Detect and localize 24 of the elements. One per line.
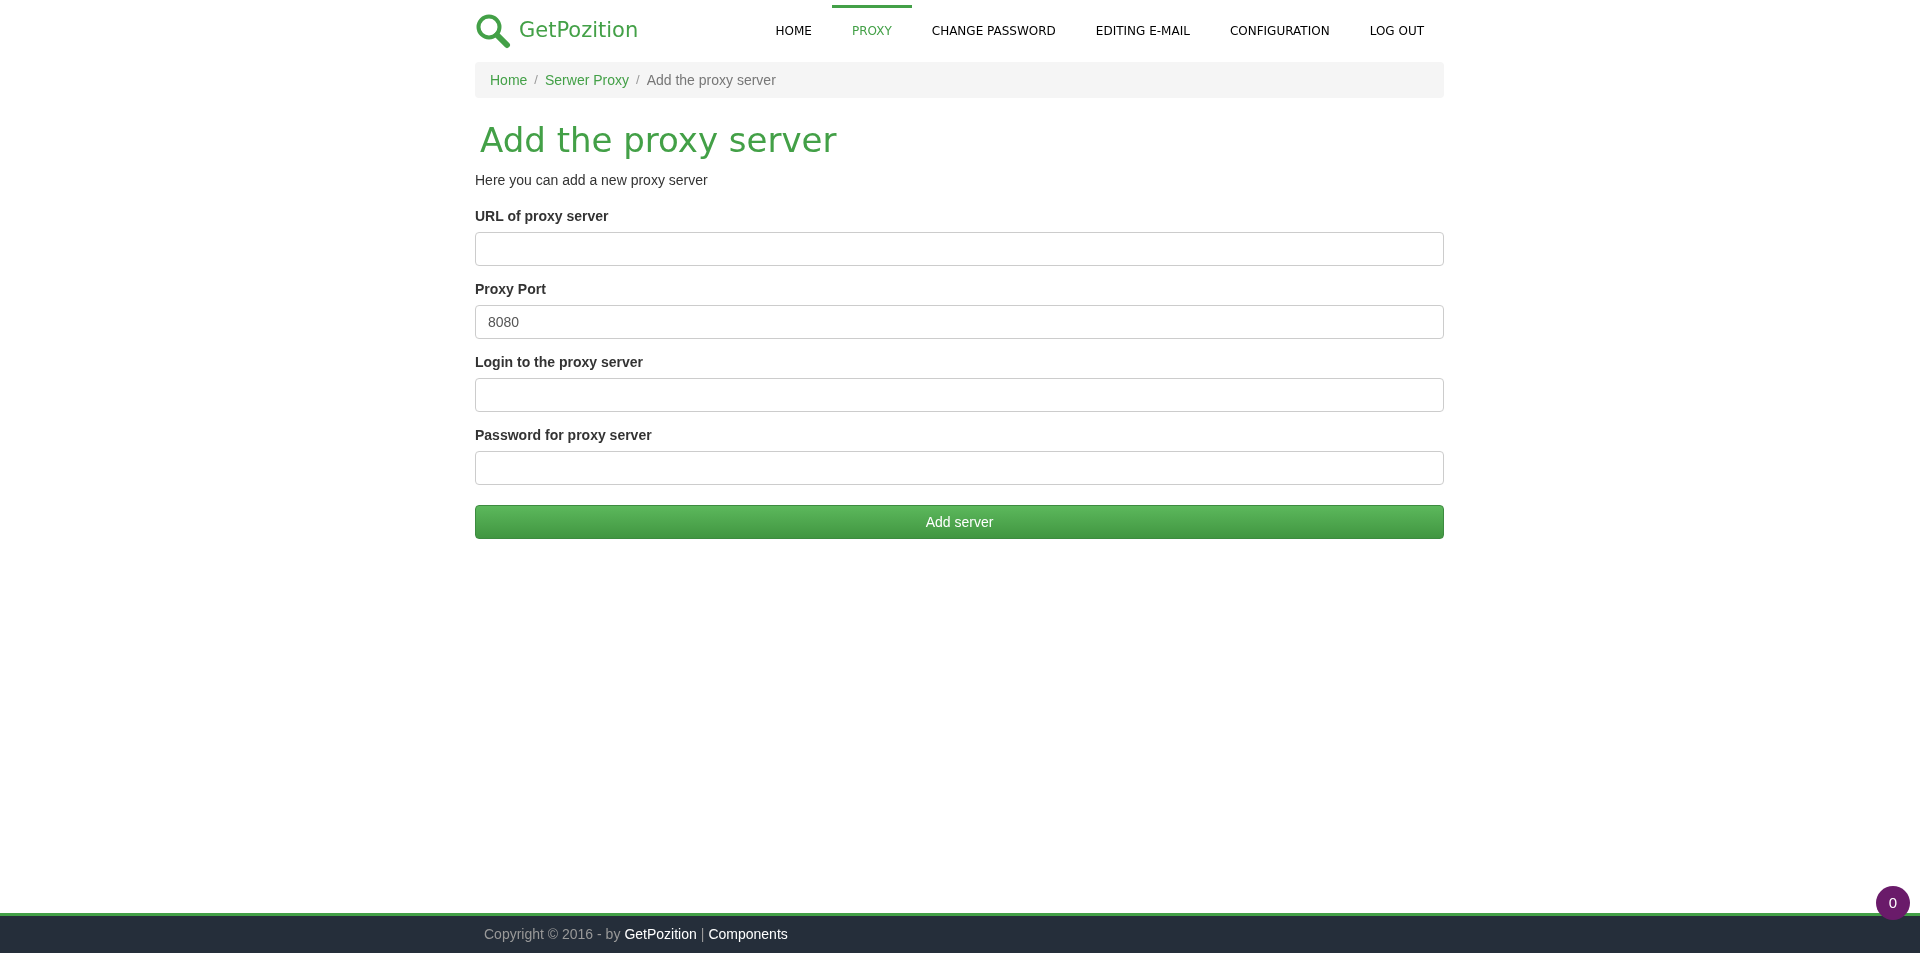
input-field[interactable] xyxy=(475,451,1444,485)
page-heading: Add the proxy server xyxy=(480,119,838,162)
nav-tab[interactable]: CONFIGURATION xyxy=(1209,5,1350,62)
separator-text: | xyxy=(700,925,705,944)
nav-tab[interactable]: HOME xyxy=(755,5,832,62)
footer-link[interactable]: GetPozition xyxy=(624,924,697,945)
field-label: URL of proxy server xyxy=(475,207,610,226)
breadcrumb-divider: / xyxy=(534,71,538,90)
breadcrumb-current: Add the proxy server xyxy=(646,70,776,90)
copyright-text: Copyright © 2016 - by xyxy=(484,925,621,944)
nav-tab[interactable]: EDITING E-MAIL xyxy=(1075,5,1210,62)
input-field[interactable]: 8080 xyxy=(475,305,1444,339)
input-field[interactable] xyxy=(475,378,1444,412)
input-field[interactable] xyxy=(475,232,1444,266)
field-label: Proxy Port xyxy=(475,280,547,299)
footer-link[interactable]: Components xyxy=(708,924,788,945)
nav-tab[interactable]: LOG OUT xyxy=(1349,5,1444,62)
breadcrumb-divider: / xyxy=(636,71,640,90)
field-label: Password for proxy server xyxy=(475,426,653,445)
field-label: Login to the proxy server xyxy=(475,353,645,372)
magnifier-logo-icon xyxy=(475,13,511,49)
counter-badge[interactable]: 0 xyxy=(1876,886,1910,920)
nav-tab[interactable]: CHANGE PASSWORD xyxy=(911,5,1076,62)
intro-text: Here you can add a new proxy server xyxy=(475,171,709,190)
